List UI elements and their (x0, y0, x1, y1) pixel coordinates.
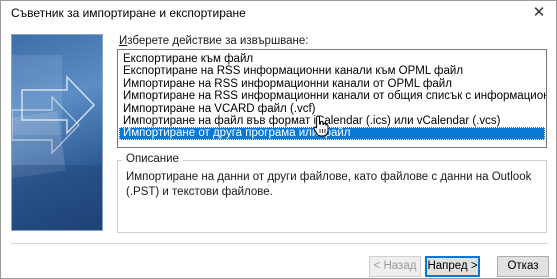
description-legend: Описание (122, 153, 183, 165)
back-button[interactable]: < Назад (369, 256, 421, 277)
action-listbox[interactable]: Експортиране към файл Експортиране на RS… (117, 49, 547, 148)
description-text: Импортиране на данни от други файлове, к… (126, 171, 532, 198)
list-item-import-icalendar[interactable]: Импортиране на файл във формат iCalendar… (118, 115, 546, 127)
hand-pointer-icon (313, 115, 329, 137)
list-item-export-to-file[interactable]: Експортиране към файл (118, 53, 546, 65)
close-icon[interactable]: ✕ (530, 4, 548, 22)
footer-separator (11, 243, 548, 244)
list-item-import-from-another-program[interactable]: Импортиране от друга програма или файл (119, 127, 545, 140)
next-button[interactable]: Напред > (425, 256, 480, 277)
list-item-import-rss-common-feed-list[interactable]: Импортиране на RSS информационни канали … (118, 90, 546, 102)
title-bar: Съветник за импортиране и експортиране ✕ (1, 1, 556, 25)
import-export-arrows-icon (12, 55, 102, 230)
list-item-export-rss-opml[interactable]: Експортиране на RSS информационни канали… (118, 65, 546, 77)
wizard-illustration (11, 34, 103, 231)
list-item-import-vcard[interactable]: Импортиране на VCARD файл (.vcf) (118, 103, 546, 115)
cancel-button[interactable]: Отказ (497, 256, 549, 277)
import-export-wizard-dialog: Съветник за импортиране и експортиране ✕… (0, 0, 557, 279)
list-item-import-rss-opml[interactable]: Импортиране на RSS информационни канали … (118, 78, 546, 90)
window-title: Съветник за импортиране и експортиране (11, 6, 246, 20)
action-prompt-label: Изберете действие за извършване: (119, 35, 309, 47)
description-group: Описание Импортиране на данни от други ф… (117, 153, 547, 233)
